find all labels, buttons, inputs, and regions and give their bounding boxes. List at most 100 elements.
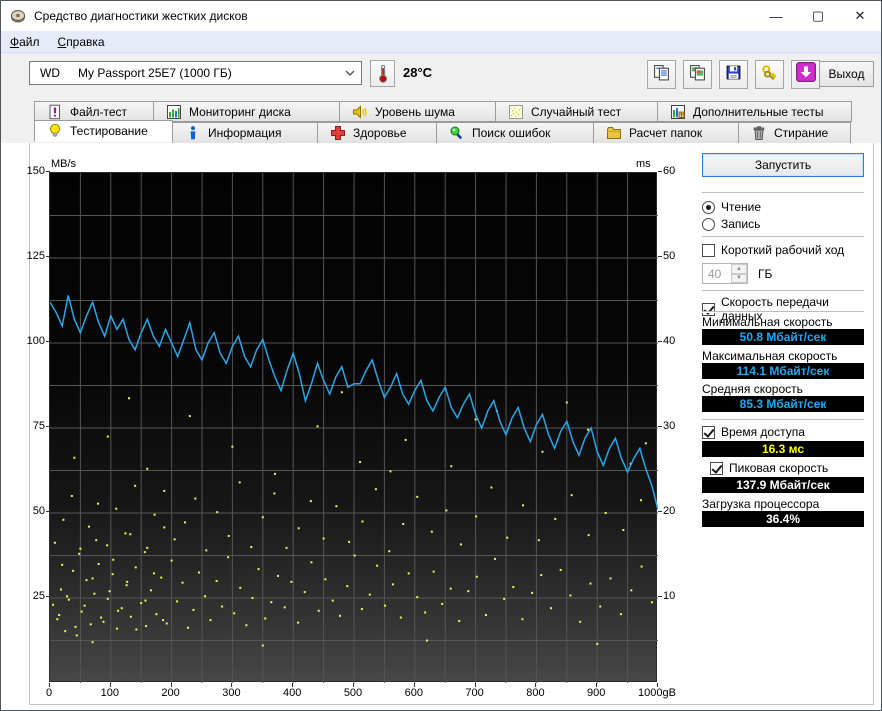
y-left-tick-label: 125	[19, 250, 50, 262]
tab-label: Случайный тест	[531, 104, 622, 119]
access-time-row: Время доступа	[702, 425, 805, 439]
temperature-button[interactable]	[370, 60, 395, 87]
copy-image-button[interactable]	[683, 60, 712, 89]
x-axis-tick-label: 0	[23, 683, 75, 699]
max-speed-value: 114.1 Мбайт/сек	[702, 363, 864, 379]
copy-text-icon	[653, 64, 670, 86]
x-axis-tick-label: 100	[84, 683, 136, 699]
chart-plot	[49, 172, 658, 683]
burst-rate-value: 137.9 Мбайт/сек	[702, 477, 864, 493]
transfer-rate-checkbox[interactable]	[702, 302, 715, 316]
cpu-usage-label: Загрузка процессора	[702, 497, 820, 511]
separator	[702, 311, 864, 313]
random-test-icon	[508, 104, 524, 120]
read-radio[interactable]	[702, 200, 715, 214]
menu-bar: Файл Справка	[1, 31, 881, 53]
separator	[702, 419, 864, 421]
update-arrow-icon	[795, 62, 816, 87]
y-right-tick-label: 10	[657, 590, 676, 602]
copy-image-icon	[689, 64, 706, 86]
drive-select[interactable]: WD My Passport 25E7 (1000 ГБ)	[29, 61, 362, 85]
tab-strip: Файл-тест Мониторинг диска Уровень шума Слу…	[1, 98, 881, 144]
avg-speed-label: Средняя скорость	[702, 382, 803, 396]
avg-speed-value: 85.3 Мбайт/сек	[702, 396, 864, 412]
drive-brand: WD	[40, 66, 60, 80]
tab-disk-monitor[interactable]: Мониторинг диска	[153, 101, 340, 122]
maximize-button[interactable]: ▢	[797, 1, 839, 31]
tab-label: Тестирование	[70, 124, 148, 138]
tab-label: Расчет папок	[629, 126, 703, 140]
menu-item-file[interactable]: Файл	[1, 35, 49, 49]
separator	[702, 236, 864, 238]
write-mode-row: Запись	[702, 217, 760, 231]
tab-label: Стирание	[774, 126, 829, 140]
x-axis-tick-label: 600	[388, 683, 440, 699]
health-icon	[330, 125, 346, 141]
tab-label: Дополнительные тесты	[693, 104, 824, 119]
tab-health[interactable]: Здоровье	[317, 122, 437, 144]
options-keys-button[interactable]	[755, 60, 784, 89]
tab-label: Здоровье	[353, 126, 407, 140]
spin-up-button[interactable]: ▲	[731, 264, 747, 274]
start-button[interactable]: Запустить	[702, 153, 864, 177]
error-scan-icon	[449, 125, 465, 141]
drive-model: My Passport 25E7 (1000 ГБ)	[78, 66, 232, 80]
tab-testing[interactable]: Тестирование	[34, 120, 173, 142]
tab-extra-tests[interactable]: Дополнительные тесты	[657, 101, 852, 122]
temperature-value: 28°C	[403, 65, 433, 80]
save-icon	[725, 64, 742, 86]
window-title: Средство диагностики жестких дисков	[34, 9, 248, 23]
keys-icon	[761, 64, 778, 86]
menu-item-help[interactable]: Справка	[49, 35, 114, 49]
short-stroke-checkbox[interactable]	[702, 243, 715, 257]
y-left-tick-label: 25	[19, 590, 50, 602]
write-radio-label: Запись	[721, 217, 761, 231]
short-stroke-row: Короткий рабочий ход	[702, 243, 844, 257]
tab-label: Файл-тест	[70, 104, 128, 119]
x-axis-tick-label: 700	[449, 683, 501, 699]
spin-down-button[interactable]: ▼	[731, 273, 747, 283]
tab-label: Мониторинг диска	[189, 104, 291, 119]
tab-noise-level[interactable]: Уровень шума	[339, 101, 496, 122]
x-axis-tick-label: 900	[570, 683, 622, 699]
toolbar: WD My Passport 25E7 (1000 ГБ) 28°C Выход	[1, 53, 881, 98]
tab-error-scan[interactable]: Поиск ошибок	[436, 122, 594, 144]
minimize-button[interactable]: —	[755, 1, 797, 31]
y-left-tick-label: 75	[19, 420, 50, 432]
burst-rate-checkbox[interactable]	[710, 461, 723, 475]
close-button[interactable]: ✕	[839, 1, 881, 31]
tab-label: Поиск ошибок	[472, 126, 551, 140]
cpu-usage-value: 36.4%	[702, 511, 864, 527]
disk-monitor-icon	[166, 104, 182, 120]
access-time-checkbox[interactable]	[702, 425, 715, 439]
tab-label: Уровень шума	[375, 104, 455, 119]
y-right-tick-label: 30	[657, 420, 676, 432]
extra-tests-icon	[670, 104, 686, 120]
exit-button[interactable]: Выход	[819, 61, 874, 87]
copy-text-button[interactable]	[647, 60, 676, 89]
toolbar-buttons	[647, 60, 820, 89]
update-button[interactable]	[791, 60, 820, 89]
title-bar: Средство диагностики жестких дисков — ▢ …	[1, 1, 881, 31]
y-left-tick-label: 150	[19, 165, 50, 177]
x-axis-tick-label: 400	[266, 683, 318, 699]
tab-random-test[interactable]: Случайный тест	[495, 101, 658, 122]
tab-erase[interactable]: Стирание	[738, 122, 851, 144]
access-time-value: 16.3 мс	[702, 441, 864, 457]
tab-folder-usage[interactable]: Расчет папок	[593, 122, 739, 144]
save-button[interactable]	[719, 60, 748, 89]
tab-information[interactable]: Информация	[172, 122, 318, 144]
x-axis-tick-label: 500	[327, 683, 379, 699]
chevron-down-icon	[339, 70, 361, 76]
read-mode-row: Чтение	[702, 200, 761, 214]
write-radio[interactable]	[702, 217, 715, 231]
y-right-unit: ms	[636, 158, 651, 170]
min-speed-label: Минимальная скорость	[702, 315, 833, 329]
capacity-unit-label: ГБ	[758, 267, 773, 281]
noise-icon	[352, 104, 368, 120]
y-left-tick-label: 100	[19, 335, 50, 347]
tab-file-test[interactable]: Файл-тест	[34, 101, 154, 122]
max-speed-label: Максимальная скорость	[702, 349, 838, 363]
chart-canvas	[50, 173, 658, 683]
separator	[702, 290, 864, 292]
